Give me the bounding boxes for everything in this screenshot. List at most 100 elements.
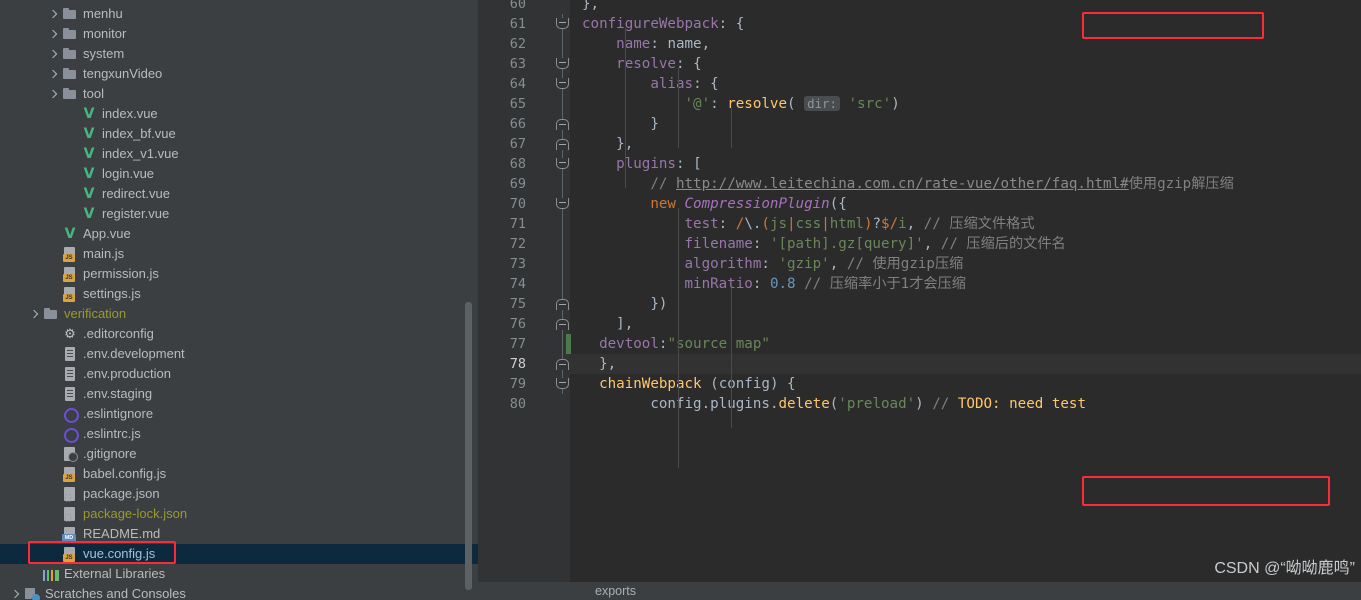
chevron-right-icon[interactable] bbox=[48, 69, 59, 80]
line-number-63: 63 bbox=[509, 56, 526, 72]
tree-item-env-development[interactable]: .env.development bbox=[0, 344, 478, 364]
tree-item-label: index_v1.vue bbox=[102, 146, 179, 161]
code-line-80[interactable]: config.plugins.delete('preload') // TODO… bbox=[570, 394, 1361, 414]
code-line-68[interactable]: plugins: [ bbox=[570, 154, 1361, 174]
fold-marker[interactable] bbox=[556, 294, 569, 314]
tree-item-gitignore[interactable]: .gitignore bbox=[0, 444, 478, 464]
tree-item-system[interactable]: system bbox=[0, 44, 478, 64]
code-line-75[interactable]: }) bbox=[570, 294, 1361, 314]
chevron-right-icon[interactable] bbox=[48, 9, 59, 20]
tree-item-permission-js[interactable]: permission.js bbox=[0, 264, 478, 284]
fold-marker[interactable] bbox=[556, 54, 569, 74]
tree-item-package-lock-json[interactable]: package-lock.json bbox=[0, 504, 478, 524]
tree-item-env-staging[interactable]: .env.staging bbox=[0, 384, 478, 404]
code-line-60[interactable]: }, bbox=[570, 0, 1361, 14]
fold-marker[interactable] bbox=[556, 374, 569, 394]
code-line-65[interactable]: '@': resolve( dir: 'src') bbox=[570, 94, 1361, 114]
project-tree-panel[interactable]: menhu monitor system tengxunVideo tool Vindex… bbox=[0, 0, 478, 600]
fold-marker[interactable] bbox=[556, 354, 569, 374]
editor-code-area[interactable]: }, configureWebpack: { name: name, resolv… bbox=[570, 0, 1361, 582]
tree-item-monitor[interactable]: monitor bbox=[0, 24, 478, 44]
tree-item-eslintignore[interactable]: .eslintignore bbox=[0, 404, 478, 424]
code-line-62[interactable]: name: name, bbox=[570, 34, 1361, 54]
tree-item-tengxunvideo[interactable]: tengxunVideo bbox=[0, 64, 478, 84]
code-line-66[interactable]: } bbox=[570, 114, 1361, 134]
tree-item-eslintrc-js[interactable]: .eslintrc.js bbox=[0, 424, 478, 444]
chevron-right-icon[interactable] bbox=[10, 589, 21, 600]
code-line-79[interactable]: chainWebpack (config) { bbox=[570, 374, 1361, 394]
line-number-70: 70 bbox=[509, 196, 526, 212]
code-line-64[interactable]: alias: { bbox=[570, 74, 1361, 94]
tree-item-settings-js[interactable]: settings.js bbox=[0, 284, 478, 304]
fold-toggle-icon[interactable] bbox=[556, 198, 569, 209]
code-line-70[interactable]: new CompressionPlugin({ bbox=[570, 194, 1361, 214]
js-file-icon bbox=[62, 266, 78, 282]
chevron-right-icon[interactable] bbox=[48, 29, 59, 40]
tree-item-index-v1-vue[interactable]: Vindex_v1.vue bbox=[0, 144, 478, 164]
code-line-71[interactable]: test: /\.(js|css|html)?$/i, // 压缩文件格式 bbox=[570, 214, 1361, 234]
fold-toggle-icon[interactable] bbox=[556, 359, 569, 370]
code-line-61[interactable]: configureWebpack: { bbox=[570, 14, 1361, 34]
code-line-78[interactable]: }, bbox=[570, 354, 1361, 374]
tree-item-verification[interactable]: verification bbox=[0, 304, 478, 324]
fold-toggle-icon[interactable] bbox=[556, 78, 569, 89]
code-line-63[interactable]: resolve: { bbox=[570, 54, 1361, 74]
tree-item-scratches-and-consoles[interactable]: Scratches and Consoles bbox=[0, 584, 478, 600]
fold-guide-line bbox=[562, 334, 563, 354]
fold-marker[interactable] bbox=[556, 134, 569, 154]
tree-item-app-vue[interactable]: V App.vue bbox=[0, 224, 478, 244]
tree-item-babel-config-js[interactable]: babel.config.js bbox=[0, 464, 478, 484]
sidebar-scrollbar[interactable] bbox=[465, 302, 472, 590]
code-line-72[interactable]: filename: '[path].gz[query]', // 压缩后的文件名 bbox=[570, 234, 1361, 254]
tree-item-readme-md[interactable]: README.md bbox=[0, 524, 478, 544]
fold-toggle-icon[interactable] bbox=[556, 139, 569, 150]
fold-toggle-icon[interactable] bbox=[556, 319, 569, 330]
tree-item-label: .env.production bbox=[83, 366, 171, 381]
line-number-67: 67 bbox=[509, 136, 526, 152]
chevron-right-icon[interactable] bbox=[48, 49, 59, 60]
code-editor[interactable]: 60 61 62 63 64 65 66 67 68 69 70 71 72 73 74 75 76 77 78 79… bbox=[478, 0, 1361, 600]
fold-toggle-icon[interactable] bbox=[556, 58, 569, 69]
tree-item-env-production[interactable]: .env.production bbox=[0, 364, 478, 384]
code-line-76[interactable]: ], bbox=[570, 314, 1361, 334]
tree-item-vue-config-js[interactable]: vue.config.js bbox=[0, 544, 478, 564]
code-line-69[interactable]: // http://www.leitechina.com.cn/rate-vue… bbox=[570, 174, 1361, 194]
tree-item-index-bf-vue[interactable]: Vindex_bf.vue bbox=[0, 124, 478, 144]
fold-toggle-icon[interactable] bbox=[556, 158, 569, 169]
fold-marker[interactable] bbox=[556, 154, 569, 174]
code-line-73[interactable]: algorithm: 'gzip', // 使用gzip压缩 bbox=[570, 254, 1361, 274]
fold-toggle-icon[interactable] bbox=[556, 119, 569, 130]
project-tree[interactable]: menhu monitor system tengxunVideo tool Vindex… bbox=[0, 4, 478, 600]
tree-item-main-js[interactable]: main.js bbox=[0, 244, 478, 264]
code-line-67[interactable]: }, bbox=[570, 134, 1361, 154]
tree-item-external-libraries[interactable]: External Libraries bbox=[0, 564, 478, 584]
fold-marker[interactable] bbox=[556, 114, 569, 134]
code-line-77[interactable]: devtool:"source map" bbox=[570, 334, 1361, 354]
tree-item-tool[interactable]: tool bbox=[0, 84, 478, 104]
fold-toggle-icon[interactable] bbox=[556, 18, 569, 29]
chevron-right-icon[interactable] bbox=[48, 89, 59, 100]
fold-marker[interactable] bbox=[556, 314, 569, 334]
code-line-74[interactable]: minRatio: 0.8 // 压缩率小于1才会压缩 bbox=[570, 274, 1361, 294]
tree-item-redirect-vue[interactable]: Vredirect.vue bbox=[0, 184, 478, 204]
fold-toggle-icon[interactable] bbox=[556, 299, 569, 310]
tree-item-login-vue[interactable]: Vlogin.vue bbox=[0, 164, 478, 184]
tree-item-register-vue[interactable]: Vregister.vue bbox=[0, 204, 478, 224]
tree-item-editorconfig[interactable]: ⚙ .editorconfig bbox=[0, 324, 478, 344]
fold-toggle-icon[interactable] bbox=[556, 378, 569, 389]
fold-marker[interactable] bbox=[556, 194, 569, 214]
tree-item-index-vue[interactable]: Vindex.vue bbox=[0, 104, 478, 124]
tree-item-menhu[interactable]: menhu bbox=[0, 4, 478, 24]
folder-icon bbox=[62, 86, 78, 102]
tree-item-label: monitor bbox=[83, 26, 127, 41]
fold-marker[interactable] bbox=[556, 14, 569, 34]
fold-marker[interactable] bbox=[556, 74, 569, 94]
tree-item-package-json[interactable]: package.json bbox=[0, 484, 478, 504]
editor-gutter[interactable]: 60 61 62 63 64 65 66 67 68 69 70 71 72 73 74 75 76 77 78 79… bbox=[478, 0, 571, 582]
chevron-right-icon[interactable] bbox=[29, 309, 40, 320]
